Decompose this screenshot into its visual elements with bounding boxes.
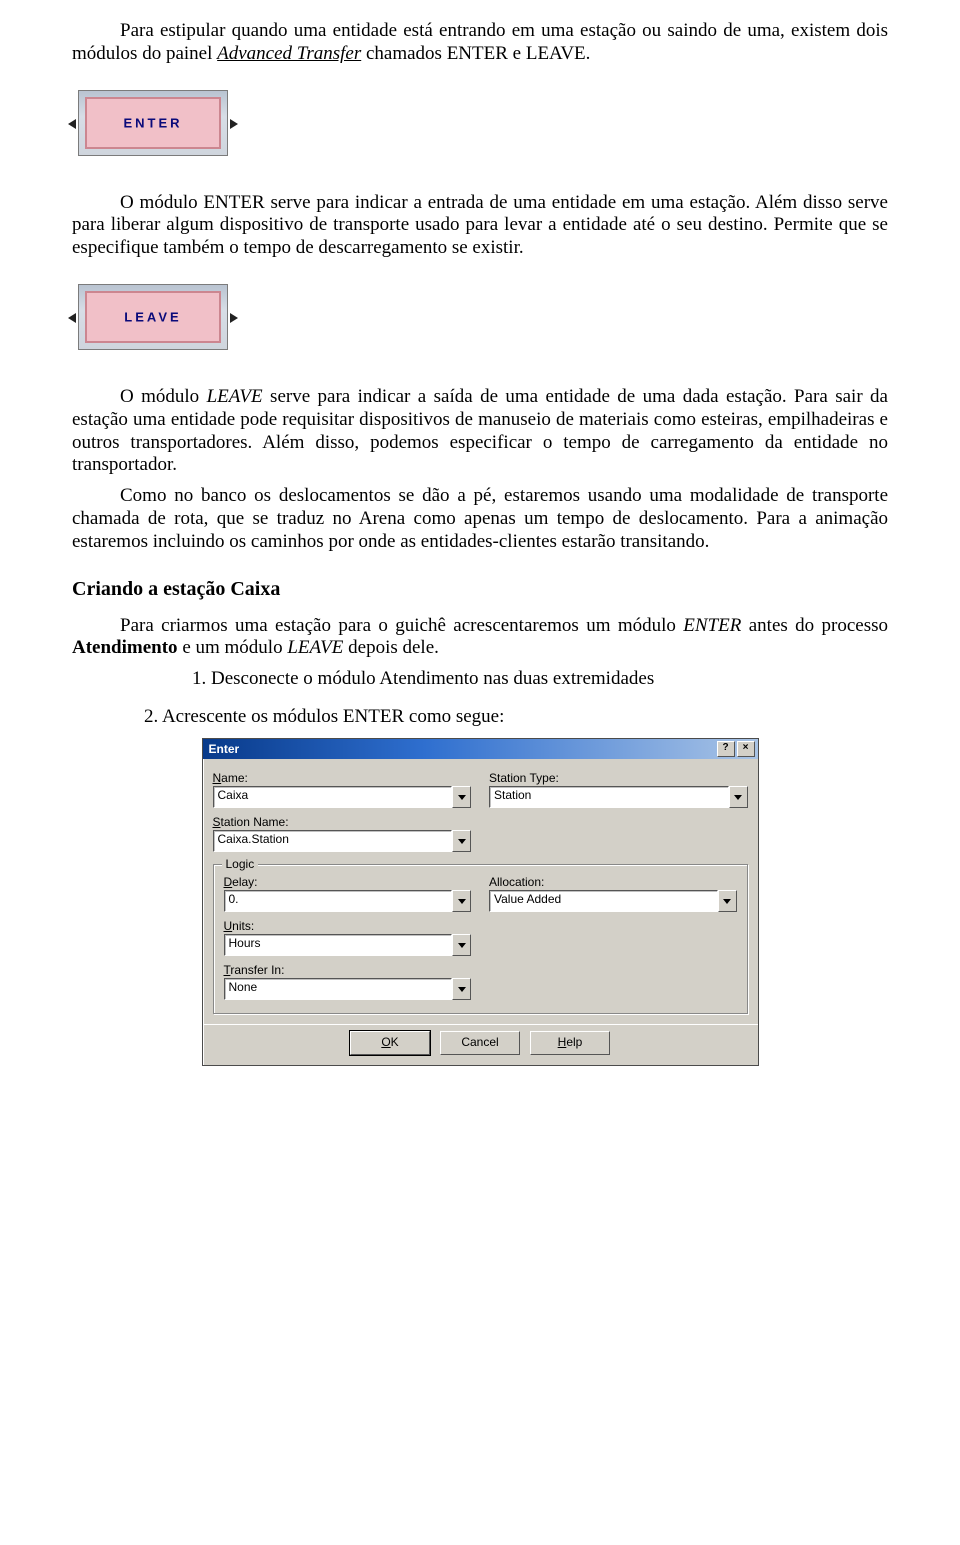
paragraph-5: Para criarmos uma estação para o guichê … [72, 615, 888, 661]
label-units: Units: [224, 919, 472, 933]
module-outer: LEAVE [78, 284, 228, 350]
dropdown-icon[interactable] [452, 786, 471, 808]
delay-input[interactable]: 0. [224, 890, 453, 912]
connector-left-icon [68, 313, 76, 323]
dropdown-icon[interactable] [729, 786, 748, 808]
help-icon[interactable]: ? [717, 741, 735, 757]
group-title-logic: Logic [222, 857, 259, 871]
dialog-body: Name: Caixa Station Type: Station [203, 759, 758, 1024]
text-italic: LEAVE [207, 386, 263, 407]
dropdown-icon[interactable] [452, 978, 471, 1000]
transfer-in-input[interactable]: None [224, 978, 453, 1000]
text-italic: ENTER [683, 615, 741, 636]
module-outer: ENTER [78, 90, 228, 156]
connector-right-icon [230, 119, 238, 129]
connector-left-icon [68, 119, 76, 129]
label-delay: Delay: [224, 875, 472, 889]
step-2: 2. Acrescente os módulos ENTER como segu… [144, 706, 888, 728]
dialog-titlebar: Enter ? × [203, 739, 758, 759]
paragraph-2: O módulo ENTER serve para indicar a entr… [72, 192, 888, 260]
text: Para criarmos uma estação para o guichê … [120, 615, 683, 636]
station-type-input[interactable]: Station [489, 786, 729, 808]
dropdown-icon[interactable] [452, 830, 471, 852]
dialog-title: Enter [209, 742, 240, 756]
step-1: 1. Desconecte o módulo Atendimento nas d… [192, 668, 888, 690]
dropdown-icon[interactable] [718, 890, 737, 912]
label-transfer-in: Transfer In: [224, 963, 472, 977]
module-enter-block: ENTER [72, 84, 242, 164]
link-advanced-transfer: Advanced Transfer [217, 43, 361, 64]
text-italic: LEAVE [287, 637, 343, 658]
subheading-caixa: Criando a estação Caixa [72, 578, 888, 601]
help-button[interactable]: Help [530, 1031, 610, 1055]
module-leave-block: LEAVE [72, 278, 242, 358]
module-inner: ENTER [85, 97, 221, 149]
station-name-input[interactable]: Caixa.Station [213, 830, 453, 852]
text: O módulo [120, 386, 207, 407]
label-station-name: Station Name: [213, 815, 472, 829]
text: e um módulo [178, 637, 288, 658]
module-inner: LEAVE [85, 291, 221, 343]
label-allocation: Allocation: [489, 875, 737, 889]
paragraph-1: Para estipular quando uma entidade está … [72, 20, 888, 66]
enter-dialog: Enter ? × Name: Caixa Stat [202, 738, 759, 1066]
text: chamados ENTER e LEAVE. [361, 43, 590, 64]
dropdown-icon[interactable] [452, 934, 471, 956]
ok-button[interactable]: OK [350, 1031, 430, 1055]
connector-right-icon [230, 313, 238, 323]
module-enter-label: ENTER [123, 115, 182, 130]
allocation-input[interactable]: Value Added [489, 890, 718, 912]
label-name: Name: [213, 771, 472, 785]
text: antes do processo [741, 615, 888, 636]
paragraph-3: O módulo LEAVE serve para indicar a saíd… [72, 386, 888, 477]
logic-groupbox: Logic Delay: 0. Allocation: [213, 864, 748, 1014]
dialog-footer: OK Cancel Help [203, 1024, 758, 1065]
module-leave-label: LEAVE [124, 309, 181, 324]
dropdown-icon[interactable] [452, 890, 471, 912]
paragraph-4: Como no banco os deslocamentos se dão a … [72, 485, 888, 553]
label-station-type: Station Type: [489, 771, 748, 785]
close-icon[interactable]: × [737, 741, 755, 757]
cancel-button[interactable]: Cancel [440, 1031, 520, 1055]
text-bold: Atendimento [72, 637, 178, 658]
text: depois dele. [343, 637, 439, 658]
units-input[interactable]: Hours [224, 934, 453, 956]
name-input[interactable]: Caixa [213, 786, 453, 808]
